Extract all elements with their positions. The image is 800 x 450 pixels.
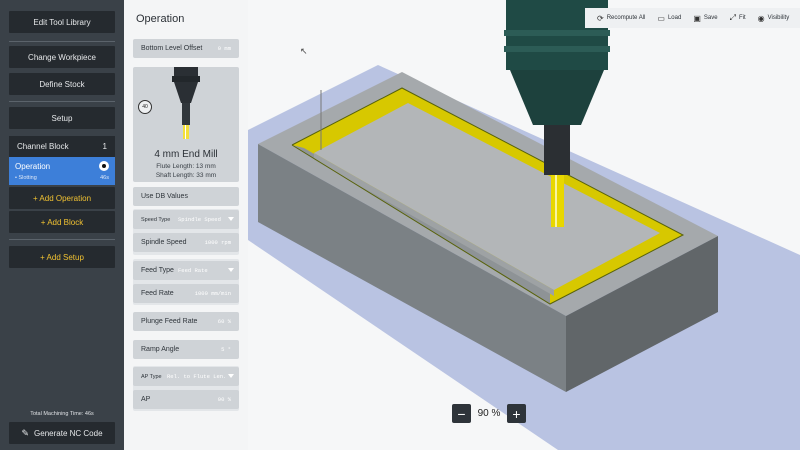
visibility-label: Visibility (767, 15, 790, 21)
radio-selected-icon[interactable] (99, 161, 109, 171)
feed-rate-label: Feed Rate (141, 290, 174, 297)
spindle-speed-label: Spindle Speed (141, 239, 187, 246)
load-label: Load (667, 15, 682, 21)
load-button[interactable]: ▭ Load (657, 14, 681, 23)
chevron-down-icon (228, 268, 234, 272)
zoom-control: − 90 % + (452, 404, 526, 423)
use-db-values-button[interactable]: Use DB Values (133, 187, 239, 206)
bottom-level-offset-value: 0 mm (217, 45, 231, 52)
flute-length: Flute Length: 13 mm (156, 163, 216, 170)
save-label: Save (703, 15, 718, 21)
refresh-icon: ⟳ (597, 13, 604, 23)
add-block-button[interactable]: + Add Block (9, 211, 115, 233)
add-setup-button[interactable]: + Add Setup (9, 246, 115, 268)
feed-type-select[interactable]: Feed Type Feed Rate (133, 261, 239, 280)
visibility-button[interactable]: ◉ Visibility (758, 14, 790, 23)
3d-scene[interactable] (248, 0, 800, 450)
plunge-feed-rate-field[interactable]: Plunge Feed Rate 60 % (133, 312, 239, 331)
chevron-down-icon (228, 217, 234, 221)
wand-icon: ✎ (21, 427, 30, 438)
speed-type-select[interactable]: Speed Type Spindle Speed (133, 210, 239, 229)
bottom-level-offset-field[interactable]: Bottom Level Offset 0 mm (133, 39, 239, 58)
channel-block-count: 1 (102, 142, 107, 151)
spindle-speed-value: 1000 rpm (204, 239, 231, 246)
eye-icon: ◉ (757, 13, 765, 23)
feed-rate-field[interactable]: Feed Rate 1000 mm/min (133, 284, 239, 303)
add-operation-button[interactable]: + Add Operation (9, 187, 115, 209)
ramp-angle-value: 5 ° (221, 346, 231, 353)
floppy-icon: ▣ (693, 13, 701, 23)
operation-sub-value: 46s (100, 175, 109, 181)
zoom-in-button[interactable]: + (507, 404, 526, 423)
save-button[interactable]: ▣ Save (693, 14, 717, 23)
bottom-level-offset-label: Bottom Level Offset (141, 45, 203, 52)
ramp-angle-field[interactable]: Ramp Angle 5 ° (133, 340, 239, 359)
3d-viewport[interactable]: ⟳ Recompute All ▭ Load ▣ Save ⤢ Fit ◉ Vi… (248, 0, 800, 450)
folder-icon: ▭ (657, 13, 665, 23)
define-stock-button[interactable]: Define Stock (9, 73, 115, 95)
ap-type-select[interactable]: AP Type Rel. to Flute Len. (133, 367, 239, 386)
speed-type-label: Speed Type (141, 216, 171, 223)
shaft-length: Shaft Length: 33 mm (155, 172, 217, 179)
generate-nc-code-label: Generate NC Code (34, 428, 103, 438)
plunge-feed-rate-label: Plunge Feed Rate (141, 318, 198, 325)
fit-button[interactable]: ⤢ Fit (730, 13, 746, 23)
operation-item[interactable]: Operation • Slotting 46s (9, 157, 115, 185)
change-workpiece-button[interactable]: Change Workpiece (9, 46, 115, 68)
mouse-cursor-icon: ↖ (300, 46, 308, 56)
operation-sub-label: • Slotting (15, 175, 37, 181)
expand-icon: ⤢ (729, 13, 736, 22)
feed-rate-value: 1000 mm/min (194, 290, 231, 297)
ap-type-label: AP Type (141, 373, 162, 380)
ap-label: AP (141, 396, 151, 403)
setup-button[interactable]: Setup (9, 107, 115, 129)
ramp-angle-label: Ramp Angle (141, 346, 180, 353)
sidebar: Edit Tool Library Change Workpiece Defin… (0, 0, 124, 450)
channel-block-label: Channel Block (17, 142, 69, 151)
ap-value: 90 % (217, 396, 231, 403)
ap-type-value: Rel. to Flute Len. (167, 373, 225, 380)
feed-type-value: Feed Rate (178, 267, 208, 274)
sidebar-divider (9, 101, 115, 102)
ap-field[interactable]: AP 90 % (133, 390, 239, 409)
operation-panel: Operation Bottom Level Offset 0 mm 40 4 … (124, 0, 248, 450)
recompute-all-label: Recompute All (606, 15, 646, 21)
edit-tool-library-button[interactable]: Edit Tool Library (9, 11, 115, 33)
sidebar-divider (9, 239, 115, 240)
panel-title: Operation (136, 13, 185, 25)
zoom-value: 90 % (477, 408, 501, 419)
tool-card[interactable]: 40 4 mm End Mill Flute Length: 13 mm Sha… (133, 67, 239, 182)
chevron-down-icon (228, 374, 234, 378)
fit-label: Fit (738, 15, 746, 21)
tool-number-badge: 40 (138, 100, 152, 114)
zoom-out-button[interactable]: − (452, 404, 471, 423)
operation-label: Operation (15, 162, 51, 171)
speed-type-value: Spindle Speed (178, 216, 221, 223)
plunge-feed-rate-value: 60 % (217, 318, 231, 325)
recompute-all-button[interactable]: ⟳ Recompute All (597, 14, 645, 23)
spindle-speed-field[interactable]: Spindle Speed 1000 rpm (133, 233, 239, 252)
sidebar-divider (9, 41, 115, 42)
viewport-toolbar: ⟳ Recompute All ▭ Load ▣ Save ⤢ Fit ◉ Vi… (585, 8, 800, 28)
total-machining-time: Total Machining Time: 46s (30, 411, 94, 417)
generate-nc-code-button[interactable]: ✎ Generate NC Code (9, 422, 115, 444)
channel-block-item[interactable]: Channel Block 1 (9, 136, 115, 157)
feed-type-label: Feed Type (141, 267, 174, 274)
tool-name: 4 mm End Mill (154, 149, 218, 160)
